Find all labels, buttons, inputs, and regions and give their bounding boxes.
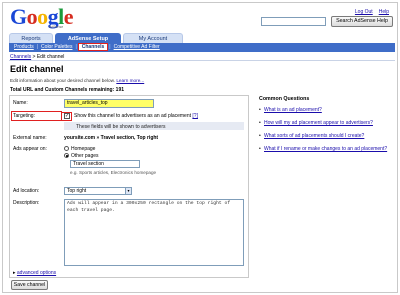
google-logo[interactable]: Google <box>10 4 74 29</box>
question-link[interactable]: What is an ad placement? <box>264 107 396 113</box>
logo-letter: G <box>10 4 27 29</box>
help-question-link[interactable]: [?] <box>192 113 198 119</box>
subnav-separator: | <box>75 44 77 50</box>
page-title: Edit channel <box>10 64 64 74</box>
ad-location-label: Ad location: <box>13 188 40 194</box>
description-label: Description: <box>13 200 40 206</box>
edit-channel-form: Name: travel_articles_top Targeting: ✓ S… <box>9 95 249 278</box>
logo-letter: o <box>26 4 38 29</box>
name-label: Name: <box>13 100 28 106</box>
intro-text: Edit information about your desired chan… <box>10 78 144 83</box>
advanced-options-toggle[interactable]: ▸ advanced options <box>13 270 56 276</box>
intro-sentence: Edit information about your desired chan… <box>10 78 116 83</box>
subnav-separator: | <box>109 44 111 50</box>
external-name-value: yoursite.com » Travel section, Top right <box>64 135 159 141</box>
divider <box>9 60 395 61</box>
bullet: • <box>259 146 261 152</box>
channel-name-field[interactable]: travel_articles_top <box>64 99 154 108</box>
subnav-color-palettes[interactable]: Color Palettes <box>39 44 74 50</box>
advertiser-fields-note: These fields will be shown to advertiser… <box>76 124 166 130</box>
sub-navigation: Products | Color Palettes | Channels | Competi… <box>9 43 395 52</box>
bullet: • <box>259 107 261 113</box>
external-name-label: External name: <box>13 135 47 141</box>
ads-appear-label: Ads appear on: <box>13 146 47 152</box>
channels-remaining: Total URL and Custom Channels remaining:… <box>10 87 124 93</box>
advanced-options-link[interactable]: advanced options <box>17 270 56 276</box>
help-link[interactable]: Help <box>379 9 389 15</box>
main-tabs: Reports AdSense Setup My Account <box>9 33 395 43</box>
other-pages-label: Other pages <box>71 153 99 159</box>
other-pages-field[interactable]: Travel section <box>70 160 140 168</box>
logo-subtitle: AdSense <box>49 25 64 29</box>
tab-adsense-setup[interactable]: AdSense Setup <box>55 33 121 43</box>
homepage-label: Homepage <box>71 146 96 152</box>
targeting-label: Targeting: <box>13 113 35 119</box>
search-help-button[interactable]: Search AdSense Help <box>331 16 393 27</box>
logo-letter: e <box>63 4 74 29</box>
common-questions-title: Common Questions <box>259 96 310 102</box>
chevron-down-icon: ▾ <box>125 188 131 194</box>
learn-more-link[interactable]: Learn more... <box>116 78 144 83</box>
browser-page: Google AdSense Log Out Help Search AdSens… <box>2 2 398 293</box>
subnav-channels[interactable]: Channels <box>77 43 109 51</box>
question-link[interactable]: What sorts of ad placements should I cre… <box>264 133 396 139</box>
top-links: Log Out Help <box>349 9 389 15</box>
bullet: • <box>259 133 261 139</box>
question-link[interactable]: How will my ad placement appear to adver… <box>264 120 396 126</box>
save-channel-button[interactable]: Save channel <box>11 280 48 290</box>
targeting-description: Show this channel to advertisers as an a… <box>74 113 192 119</box>
ad-location-value: Top right <box>67 188 87 194</box>
other-pages-hint: e.g. Sports articles, Electronics homepa… <box>70 170 157 175</box>
description-field[interactable]: Ads will appear in a 300x250 rectangle o… <box>64 199 244 266</box>
subnav-competitive-ad-filter[interactable]: Competitive Ad Filter <box>112 44 162 50</box>
bullet: • <box>259 120 261 126</box>
tab-reports[interactable]: Reports <box>9 33 53 43</box>
ad-location-select[interactable]: Top right ▾ <box>64 187 132 195</box>
targeting-text: Show this channel to advertisers as an a… <box>74 113 198 119</box>
subnav-separator: | <box>36 44 39 50</box>
subnav-products[interactable]: Products <box>12 44 36 50</box>
homepage-radio[interactable] <box>64 146 69 151</box>
logo-letter: o <box>37 4 48 29</box>
other-pages-radio[interactable] <box>64 153 69 158</box>
logout-link[interactable]: Log Out <box>355 9 373 15</box>
expand-arrow-icon: ▸ <box>13 270 16 276</box>
search-input[interactable] <box>261 17 326 26</box>
question-link[interactable]: What if I rename or make changes to an a… <box>264 146 396 152</box>
targeting-checkbox[interactable]: ✓ <box>64 113 70 119</box>
tab-my-account[interactable]: My Account <box>123 33 183 43</box>
